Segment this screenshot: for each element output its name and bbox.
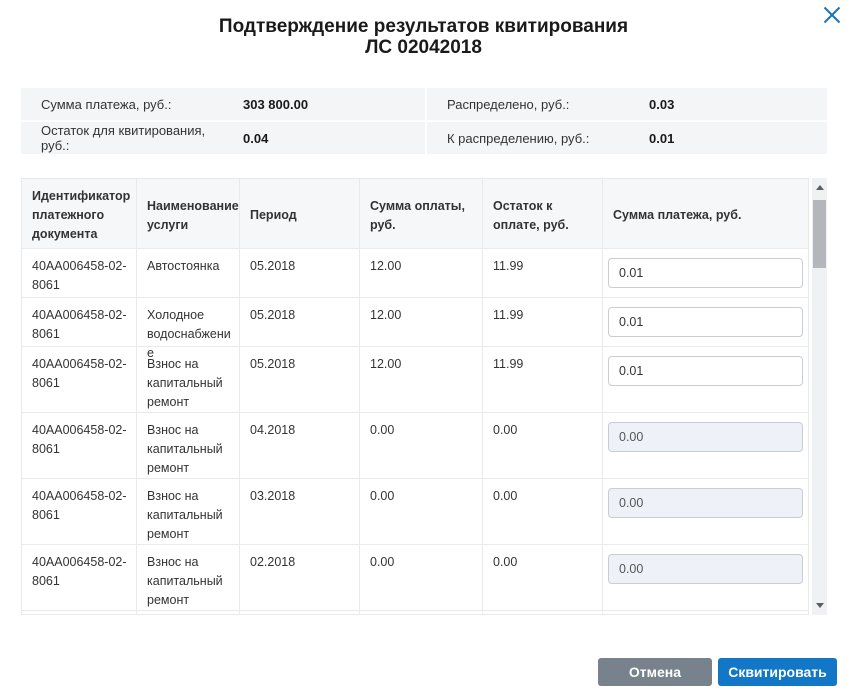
summary-panel: Сумма платежа, руб.: 303 800.00 Распреде…: [21, 88, 827, 154]
cell-doc-id: 40АА006458-02-8061: [22, 479, 137, 550]
cell-doc-id: 40АА006458-02-8061: [22, 545, 137, 615]
cell-doc-id: 40АА006458-02-8061: [22, 413, 137, 484]
cell-period: 04.2018: [240, 413, 360, 484]
summary-label: К распределению, руб.:: [447, 131, 633, 146]
cell-period: [240, 611, 360, 615]
cell-period: 05.2018: [240, 249, 360, 301]
cell-payment-input: [603, 611, 808, 615]
cell-payment-input: [603, 347, 808, 418]
cell-payment-sum: 12.00: [360, 347, 483, 418]
cell-payment-input: [603, 545, 808, 615]
cell-doc-id: [22, 611, 137, 615]
close-button[interactable]: [820, 3, 844, 27]
confirm-dialog: Подтверждение результатов квитирования Л…: [0, 0, 847, 700]
summary-label: Сумма платежа, руб.:: [41, 97, 227, 112]
payment-sum-input: [608, 422, 803, 452]
summary-remainder: Остаток для квитирования, руб.: 0.04: [21, 122, 425, 154]
cell-remainder: 0.00: [483, 413, 603, 484]
table-scrollbar[interactable]: [812, 178, 827, 615]
chevron-up-icon[interactable]: [812, 180, 827, 195]
summary-distributed: Распределено, руб.: 0.03: [427, 88, 827, 120]
cell-period: 03.2018: [240, 479, 360, 550]
cell-service: Взнос на капитальный ремонт: [137, 545, 240, 615]
col-header-remainder: Остаток к оплате, руб.: [483, 179, 603, 250]
summary-value: 0.01: [649, 131, 674, 146]
cell-remainder: 0.00: [483, 545, 603, 615]
cell-payment-input: [603, 249, 808, 301]
table-row: 40АА006458-02-8061Взнос на капитальный р…: [22, 478, 808, 544]
summary-to-distribute: К распределению, руб.: 0.01: [427, 122, 827, 154]
cell-doc-id: 40АА006458-02-8061: [22, 249, 137, 301]
scrollbar-thumb[interactable]: [813, 200, 826, 268]
summary-payment-sum: Сумма платежа, руб.: 303 800.00: [21, 88, 425, 120]
table-row: 40АА006458-02-8061Холодное водоснабжение…: [22, 297, 808, 346]
summary-value: 0.04: [243, 131, 268, 146]
col-header-payment-sum: Сумма оплаты, руб.: [360, 179, 483, 250]
table-row: 40АА006458-02-8061Взнос на капитальный р…: [22, 544, 808, 610]
cell-doc-id: 40АА006458-02-8061: [22, 347, 137, 418]
cell-remainder: [483, 611, 603, 615]
payment-sum-input: [608, 488, 803, 518]
table-header: Идентификатор платежного документа Наиме…: [22, 179, 808, 248]
cell-period: 02.2018: [240, 545, 360, 615]
dialog-footer: Отмена Сквитировать: [598, 658, 837, 686]
cell-payment-sum: 12.00: [360, 249, 483, 301]
chevron-down-icon[interactable]: [812, 598, 827, 613]
table-row: 40АА006458-02-8061Автостоянка05.201812.0…: [22, 248, 808, 297]
table-row: 40АА006458-02-8061Взнос на капитальный р…: [22, 412, 808, 478]
confirm-button[interactable]: Сквитировать: [718, 658, 837, 686]
payment-sum-input: [608, 554, 803, 584]
cell-period: 05.2018: [240, 347, 360, 418]
col-header-doc-id: Идентификатор платежного документа: [22, 179, 137, 250]
cell-payment-sum: 0.00: [360, 545, 483, 615]
cell-service: Автостоянка: [137, 249, 240, 301]
dialog-title-line2: ЛС 02042018: [0, 37, 847, 58]
summary-value: 303 800.00: [243, 97, 308, 112]
cell-service: Взнос на капитальный ремонт: [137, 347, 240, 418]
payment-sum-input[interactable]: [608, 258, 803, 288]
table-row: 40АА006458-02-8061Взнос на капитальный р…: [22, 346, 808, 412]
cell-payment-sum: 0.00: [360, 413, 483, 484]
cell-service: [137, 611, 240, 615]
close-icon: [822, 5, 842, 25]
col-header-service: Наименование услуги: [137, 179, 240, 250]
payment-sum-input[interactable]: [608, 307, 803, 337]
dialog-title-line1: Подтверждение результатов квитирования: [0, 16, 847, 37]
summary-label: Остаток для квитирования, руб.:: [41, 123, 227, 153]
table-body: 40АА006458-02-8061Автостоянка05.201812.0…: [22, 248, 808, 615]
cell-payment-input: [603, 413, 808, 484]
payment-sum-input[interactable]: [608, 356, 803, 386]
dialog-title: Подтверждение результатов квитирования Л…: [0, 16, 847, 58]
col-header-input-sum: Сумма платежа, руб.: [603, 179, 808, 250]
payments-table: Идентификатор платежного документа Наиме…: [21, 178, 809, 615]
summary-value: 0.03: [649, 97, 674, 112]
col-header-period: Период: [240, 179, 360, 250]
summary-label: Распределено, руб.:: [447, 97, 633, 112]
cell-payment-sum: [360, 611, 483, 615]
cell-remainder: 11.99: [483, 249, 603, 301]
cell-service: Взнос на капитальный ремонт: [137, 479, 240, 550]
cell-remainder: 11.99: [483, 347, 603, 418]
cell-service: Взнос на капитальный ремонт: [137, 413, 240, 484]
cell-payment-sum: 0.00: [360, 479, 483, 550]
table-row: [22, 610, 808, 615]
cell-payment-input: [603, 479, 808, 550]
cancel-button[interactable]: Отмена: [598, 658, 712, 686]
cell-remainder: 0.00: [483, 479, 603, 550]
